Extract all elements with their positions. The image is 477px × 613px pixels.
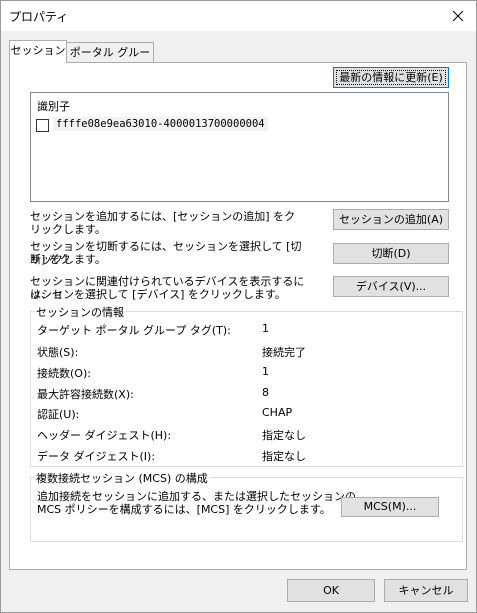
add-session-button[interactable]: セッションの追加(A) [333, 209, 449, 230]
devices-description-line2: ッションを選択して [デバイス] をクリックします。 [30, 288, 286, 301]
mcs-description-line2: MCS ポリシーを構成するには、[MCS] をクリックします。 [37, 503, 331, 516]
mcs-button[interactable]: MCS(M)... [341, 497, 439, 517]
disconnect-button-label: 切断(D) [371, 247, 411, 260]
info-label-connection-count: 接続数(O): [37, 367, 91, 380]
list-item[interactable]: ffffe08e9ea63010-4000013700000004 [53, 117, 268, 131]
mcs-title: 複数接続セッション (MCS) の構成 [34, 470, 210, 486]
info-value-max-connections: 8 [262, 386, 269, 399]
info-label-max-connections: 最大許容接続数(X): [37, 388, 134, 401]
targets-listbox[interactable]: 識別子 ffffe08e9ea63010-4000013700000004 [30, 92, 449, 202]
devices-button[interactable]: デバイス(V)... [333, 276, 449, 297]
info-value-authentication: CHAP [262, 406, 293, 419]
list-header: 識別子 [37, 100, 70, 113]
mcs-button-label: MCS(M)... [363, 500, 417, 513]
info-value-connection-count: 1 [262, 365, 269, 378]
info-label-portal-group-tag: ターゲット ポータル グループ タグ(T): [37, 324, 231, 337]
info-label-status: 状態(S): [37, 346, 79, 359]
target-checkbox[interactable] [36, 119, 49, 132]
devices-button-label: デバイス(V)... [355, 280, 427, 293]
add-session-description: セッションを追加するには、[セッションの追加] をクリックします。 [30, 210, 296, 236]
info-value-portal-group-tag: 1 [262, 322, 269, 335]
focus-ring [336, 70, 446, 85]
add-session-button-label: セッションの追加(A) [338, 213, 444, 226]
session-info-title: セッションの情報 [34, 304, 126, 320]
refresh-button[interactable]: 最新の情報に更新(E) [333, 67, 449, 88]
info-label-header-digest: ヘッダー ダイジェスト(H): [37, 429, 172, 442]
info-value-header-digest: 指定なし [262, 429, 306, 442]
info-value-status: 接続完了 [262, 346, 306, 359]
info-label-data-digest: データ ダイジェスト(I): [37, 450, 156, 463]
disconnect-description-line2: リックします。 [30, 253, 106, 266]
info-value-data-digest: 指定なし [262, 450, 306, 463]
disconnect-button[interactable]: 切断(D) [333, 243, 449, 264]
info-label-authentication: 認証(U): [37, 408, 80, 421]
